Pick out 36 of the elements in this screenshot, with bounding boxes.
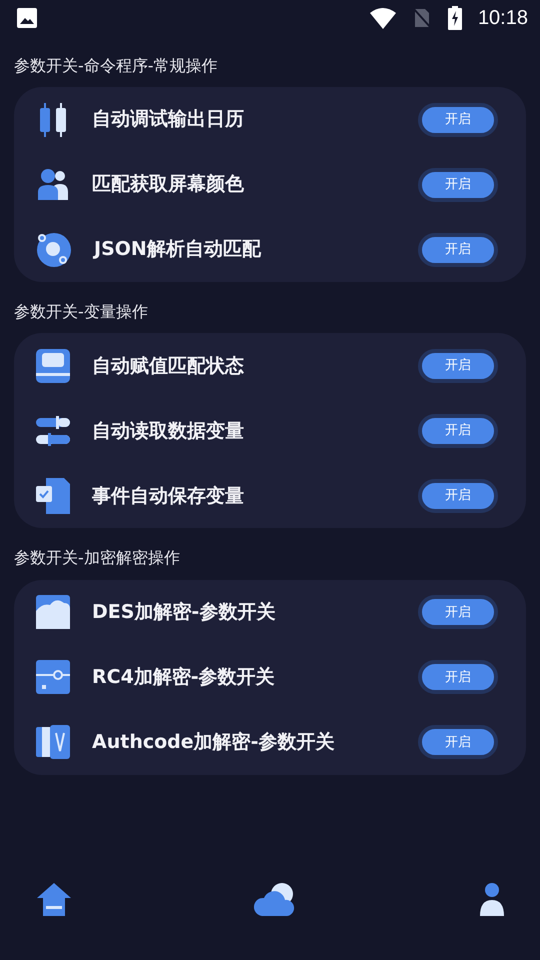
cloud-box-icon <box>36 595 70 630</box>
setting-label: 自动调试输出日历 <box>92 107 244 132</box>
setting-label: 自动赋值匹配状态 <box>92 354 244 379</box>
v-panel-icon <box>36 725 70 760</box>
setting-label: 匹配获取屏幕颜色 <box>92 172 244 198</box>
orbit-icon <box>36 232 72 268</box>
laptop-icon <box>36 348 70 383</box>
cloud-icon[interactable] <box>254 882 296 918</box>
enable-button[interactable]: 开启 <box>418 660 498 694</box>
enable-button[interactable]: 开启 <box>418 478 498 513</box>
enable-button[interactable]: 开启 <box>418 168 498 202</box>
section-title: 参数开关-加密解密操作 <box>13 547 181 570</box>
setting-label: Authcode加解密-参数开关 <box>92 730 335 755</box>
home-icon[interactable] <box>36 882 72 918</box>
sliders-icon <box>36 416 70 446</box>
setting-label: JSON解析自动匹配 <box>94 237 261 262</box>
enable-button[interactable]: 开启 <box>418 414 498 448</box>
enable-button[interactable]: 开启 <box>418 348 498 383</box>
setting-label: 自动读取数据变量 <box>92 418 244 444</box>
users-icon <box>36 168 70 202</box>
switch-panel-icon <box>36 660 70 694</box>
enable-button[interactable]: 开启 <box>418 102 498 137</box>
person-icon[interactable] <box>478 882 506 918</box>
setting-label: DES加解密-参数开关 <box>92 600 276 625</box>
battery-icon <box>448 6 462 30</box>
checked-document-icon <box>36 478 70 514</box>
setting-label: 事件自动保存变量 <box>92 484 244 509</box>
enable-button[interactable]: 开启 <box>418 725 498 760</box>
wifi-icon <box>370 7 396 29</box>
setting-label: RC4加解密-参数开关 <box>92 664 275 690</box>
section-title: 参数开关-命令程序-常规操作 <box>13 55 219 77</box>
section-title: 参数开关-变量操作 <box>13 301 149 324</box>
image-icon <box>16 7 38 29</box>
enable-button[interactable]: 开启 <box>418 232 498 267</box>
enable-button[interactable]: 开启 <box>418 595 498 630</box>
clock-time: 10:18 <box>478 6 528 31</box>
